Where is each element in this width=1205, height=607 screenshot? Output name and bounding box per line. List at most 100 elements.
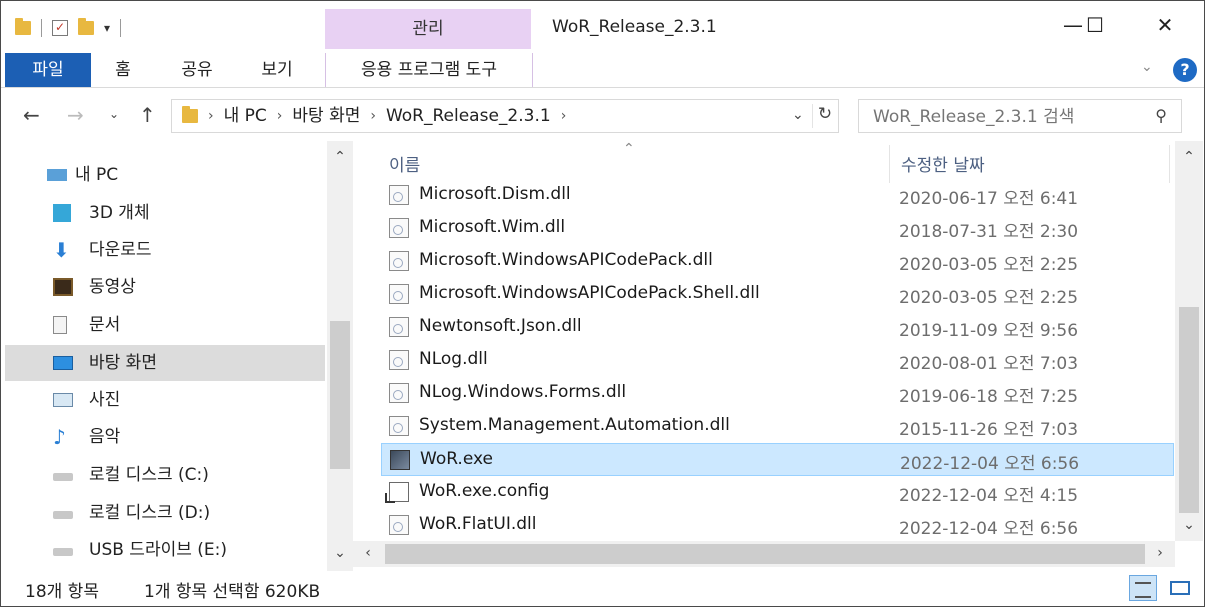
scroll-right-icon[interactable]: › <box>1147 545 1173 561</box>
file-row[interactable]: System.Management.Automation.dll 2015-11… <box>381 410 1174 443</box>
file-date: 2020-03-05 오전 2:25 <box>899 255 1079 275</box>
large-icons-view-button[interactable] <box>1165 575 1193 601</box>
3d-objects-icon <box>53 204 71 222</box>
nav-item-usb-drive-e[interactable]: USB 드라이브 (E:) <box>5 532 325 568</box>
file-row[interactable]: Microsoft.Dism.dll 2020-06-17 오전 6:41 <box>381 179 1174 212</box>
column-date-header[interactable]: 수정한 날짜 <box>901 151 985 176</box>
file-row[interactable]: Microsoft.WindowsAPICodePack.Shell.dll 2… <box>381 278 1174 311</box>
file-date: 2019-11-09 오전 9:56 <box>899 321 1079 341</box>
maximize-button[interactable]: ☐ <box>1073 7 1117 43</box>
scrollbar-thumb[interactable] <box>330 321 350 469</box>
file-row[interactable]: Microsoft.WindowsAPICodePack.dll 2020-03… <box>381 245 1174 278</box>
tab-file[interactable]: 파일 <box>5 53 91 87</box>
scroll-left-icon[interactable]: ‹ <box>355 545 381 561</box>
scrollbar-thumb[interactable] <box>1179 307 1199 513</box>
column-divider[interactable] <box>889 145 890 183</box>
help-icon[interactable]: ? <box>1173 58 1197 82</box>
scroll-up-icon[interactable]: ⌃ <box>1176 149 1202 165</box>
close-button[interactable]: ✕ <box>1143 7 1187 43</box>
breadcrumb-chevron-icon[interactable]: › <box>277 100 283 132</box>
video-icon <box>53 278 73 296</box>
dll-file-icon <box>389 218 409 238</box>
nav-item-label: 사진 <box>89 390 121 410</box>
file-date: 2015-11-26 오전 7:03 <box>899 420 1079 440</box>
scroll-down-icon[interactable]: ⌄ <box>327 545 353 561</box>
nav-item-label: 다운로드 <box>89 240 152 260</box>
file-name: WoR.exe.config <box>419 481 550 501</box>
dll-file-icon <box>389 317 409 337</box>
file-row[interactable]: Microsoft.Wim.dll 2018-07-31 오전 2:30 <box>381 212 1174 245</box>
file-name: Microsoft.Wim.dll <box>419 217 566 237</box>
address-dropdown-icon[interactable]: ⌄ <box>792 107 804 123</box>
column-divider[interactable] <box>1169 145 1170 183</box>
qat-dropdown-icon[interactable]: ▾ <box>104 21 110 35</box>
scrollbar-thumb[interactable] <box>385 544 1145 564</box>
file-list-horizontal-scrollbar[interactable]: ‹ › <box>353 541 1175 567</box>
document-icon <box>53 316 67 334</box>
exe-app-icon <box>390 450 410 470</box>
address-bar[interactable]: › 내 PC › 바탕 화면 › WoR_Release_2.3.1 › ⌄ ↻ <box>171 99 839 133</box>
search-icon[interactable]: ⚲ <box>1155 106 1167 125</box>
tab-view[interactable]: 보기 <box>249 53 305 87</box>
breadcrumb-current-folder[interactable]: WoR_Release_2.3.1 <box>386 100 551 132</box>
file-date: 2020-08-01 오전 7:03 <box>899 354 1079 374</box>
nav-item-music[interactable]: ♪ 음악 <box>5 419 325 455</box>
file-row-selected[interactable]: WoR.exe 2022-12-04 오전 6:56 <box>381 443 1174 476</box>
config-file-icon <box>385 482 409 503</box>
details-view-button[interactable] <box>1129 575 1157 601</box>
file-list-vertical-scrollbar[interactable]: ⌃ ⌄ <box>1175 141 1203 541</box>
nav-item-label: 로컬 디스크 (D:) <box>89 503 211 523</box>
forward-arrow-icon[interactable]: → <box>67 103 84 127</box>
nav-item-local-disk-d[interactable]: 로컬 디스크 (D:) <box>5 495 325 531</box>
refresh-icon[interactable]: ↻ <box>812 104 837 128</box>
file-row[interactable]: NLog.dll 2020-08-01 오전 7:03 <box>381 344 1174 377</box>
file-name: NLog.Windows.Forms.dll <box>419 382 627 402</box>
breadcrumb-desktop[interactable]: 바탕 화면 <box>292 100 360 132</box>
up-arrow-icon[interactable]: ↑ <box>139 103 156 127</box>
folder-icon[interactable] <box>15 18 31 35</box>
search-box[interactable]: ⚲ <box>858 99 1182 134</box>
scroll-down-icon[interactable]: ⌄ <box>1176 517 1202 533</box>
recent-locations-icon[interactable]: ⌄ <box>109 107 119 121</box>
file-list: ⌃ 이름 수정한 날짜 Microsoft.Dism.dll 2020-06-1… <box>353 141 1204 571</box>
computer-icon <box>47 169 67 181</box>
new-folder-icon[interactable] <box>78 18 94 35</box>
ribbon-expand-icon[interactable]: ⌄ <box>1141 59 1153 75</box>
nav-item-my-pc[interactable]: 내 PC <box>5 157 325 193</box>
nav-item-label: 내 PC <box>75 165 119 185</box>
tab-application-tools[interactable]: 응용 프로그램 도구 <box>325 53 533 87</box>
nav-item-documents[interactable]: 문서 <box>5 307 325 343</box>
manage-context-tab[interactable]: 관리 <box>325 9 531 49</box>
back-arrow-icon[interactable]: ← <box>23 103 40 127</box>
scroll-up-icon[interactable]: ⌃ <box>327 149 353 165</box>
breadcrumb-chevron-icon[interactable]: › <box>561 100 567 132</box>
breadcrumb-chevron-icon[interactable]: › <box>370 100 376 132</box>
navigation-scrollbar[interactable]: ⌃ ⌄ <box>327 141 353 571</box>
file-row[interactable]: NLog.Windows.Forms.dll 2019-06-18 오전 7:2… <box>381 377 1174 410</box>
properties-icon[interactable]: ✓ <box>52 20 68 36</box>
tab-home[interactable]: 홈 <box>101 53 145 87</box>
tab-share[interactable]: 공유 <box>169 53 225 87</box>
navigation-pane: 내 PC 3D 개체 ⬇ 다운로드 동영상 문서 바탕 화면 사진 ♪ 음악 로… <box>1 141 353 571</box>
nav-item-3d-objects[interactable]: 3D 개체 <box>5 195 325 231</box>
file-name: Microsoft.WindowsAPICodePack.Shell.dll <box>419 283 760 303</box>
nav-item-desktop[interactable]: 바탕 화면 <box>5 345 325 381</box>
breadcrumb-chevron-icon[interactable]: › <box>208 100 214 132</box>
nav-item-downloads[interactable]: ⬇ 다운로드 <box>5 232 325 268</box>
file-row[interactable]: WoR.FlatUI.dll 2022-12-04 오전 6:56 <box>381 509 1174 542</box>
nav-item-pictures[interactable]: 사진 <box>5 382 325 418</box>
dll-file-icon <box>389 515 409 535</box>
music-icon: ♪ <box>53 425 66 449</box>
selection-info: 1개 항목 선택함 620KB <box>144 582 321 602</box>
search-input[interactable] <box>859 100 1155 134</box>
nav-item-local-disk-c[interactable]: 로컬 디스크 (C:) <box>5 457 325 493</box>
breadcrumb-my-pc[interactable]: 내 PC <box>224 100 267 132</box>
file-row[interactable]: Newtonsoft.Json.dll 2019-11-09 오전 9:56 <box>381 311 1174 344</box>
large-icons-view-icon <box>1170 581 1190 595</box>
file-date: 2019-06-18 오전 7:25 <box>899 387 1079 407</box>
column-name-header[interactable]: 이름 <box>389 151 420 176</box>
title-bar: ✓ ▾ 관리 WoR_Release_2.3.1 — ☐ ✕ <box>1 1 1204 53</box>
file-name: Microsoft.WindowsAPICodePack.dll <box>419 250 713 270</box>
file-row[interactable]: WoR.exe.config 2022-12-04 오전 4:15 <box>381 476 1174 509</box>
nav-item-videos[interactable]: 동영상 <box>5 269 325 305</box>
